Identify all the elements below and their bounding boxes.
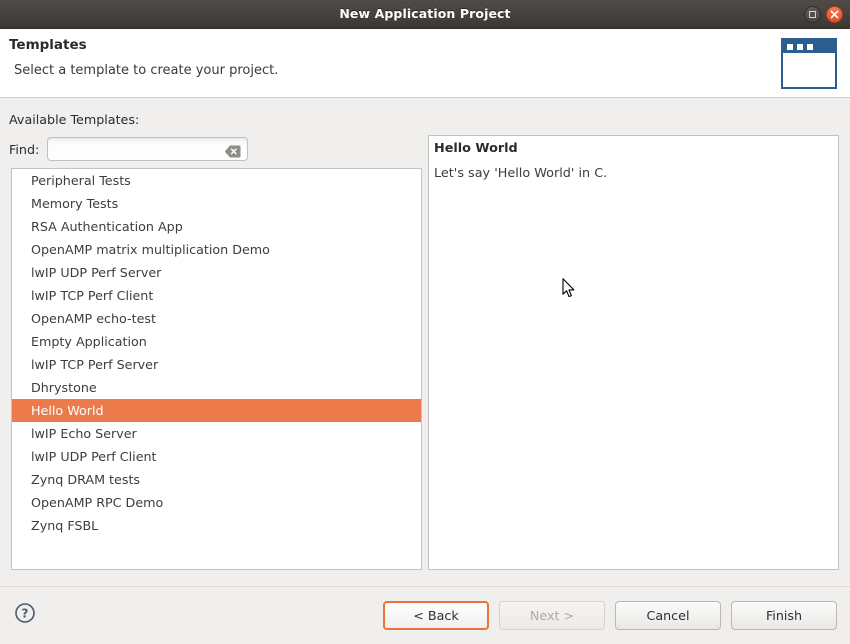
cancel-button[interactable]: Cancel [615, 601, 721, 630]
dialog-footer: ? < Back Next > Cancel Finish [0, 586, 850, 644]
list-item[interactable]: Empty Application [12, 330, 421, 353]
window-controls [804, 6, 843, 23]
next-button: Next > [499, 601, 605, 630]
back-button[interactable]: < Back [383, 601, 489, 630]
list-item[interactable]: RSA Authentication App [12, 215, 421, 238]
window-title: New Application Project [339, 6, 511, 21]
maximize-glyph [809, 11, 816, 18]
window-titlebar: New Application Project [0, 0, 850, 29]
svg-text:?: ? [22, 607, 29, 621]
dialog-header: Templates Select a template to create yo… [0, 29, 850, 98]
window-icon-dot-2 [797, 43, 803, 50]
list-item[interactable]: lwIP TCP Perf Client [12, 284, 421, 307]
list-item[interactable]: Zynq FSBL [12, 514, 421, 537]
list-item[interactable]: Dhrystone [12, 376, 421, 399]
templates-list[interactable]: Peripheral Tests Memory Tests RSA Authen… [11, 168, 422, 570]
list-item[interactable]: lwIP UDP Perf Server [12, 261, 421, 284]
find-field-wrapper[interactable] [47, 137, 249, 162]
new-application-project-dialog: New Application Project Templates Select… [0, 0, 850, 644]
window-icon-dot-1 [787, 43, 793, 50]
page-title: Templates [9, 37, 87, 53]
template-description-panel: Hello World Let's say 'Hello World' in C… [428, 135, 839, 570]
description-title: Hello World [434, 141, 518, 156]
find-row: Find: [9, 137, 249, 162]
list-item[interactable]: OpenAMP matrix multiplication Demo [12, 238, 421, 261]
list-item[interactable]: Peripheral Tests [12, 169, 421, 192]
window-icon-titlebar [783, 40, 835, 53]
available-templates-label: Available Templates: [9, 112, 140, 127]
list-item[interactable]: lwIP TCP Perf Server [12, 353, 421, 376]
list-item-selected[interactable]: Hello World [12, 399, 421, 422]
list-item[interactable]: Memory Tests [12, 192, 421, 215]
list-item[interactable]: lwIP Echo Server [12, 422, 421, 445]
close-icon[interactable] [826, 6, 843, 23]
find-label: Find: [9, 141, 40, 157]
description-text: Let's say 'Hello World' in C. [434, 166, 608, 181]
finish-button[interactable]: Finish [731, 601, 837, 630]
help-circle-icon[interactable]: ? [14, 602, 36, 624]
page-subtitle: Select a template to create your project… [14, 63, 279, 78]
list-item[interactable]: OpenAMP echo-test [12, 307, 421, 330]
find-input[interactable] [53, 138, 223, 162]
footer-button-row: < Back Next > Cancel Finish [383, 601, 837, 630]
list-item[interactable]: Zynq DRAM tests [12, 468, 421, 491]
list-item[interactable]: OpenAMP RPC Demo [12, 491, 421, 514]
close-glyph [830, 10, 839, 19]
application-window-icon [781, 38, 837, 89]
window-icon-dot-3 [807, 43, 813, 50]
maximize-icon[interactable] [804, 6, 821, 23]
clear-field-icon[interactable] [224, 143, 241, 158]
dialog-body: Available Templates: Find: Peripheral Te… [0, 99, 850, 586]
list-item[interactable]: lwIP UDP Perf Client [12, 445, 421, 468]
